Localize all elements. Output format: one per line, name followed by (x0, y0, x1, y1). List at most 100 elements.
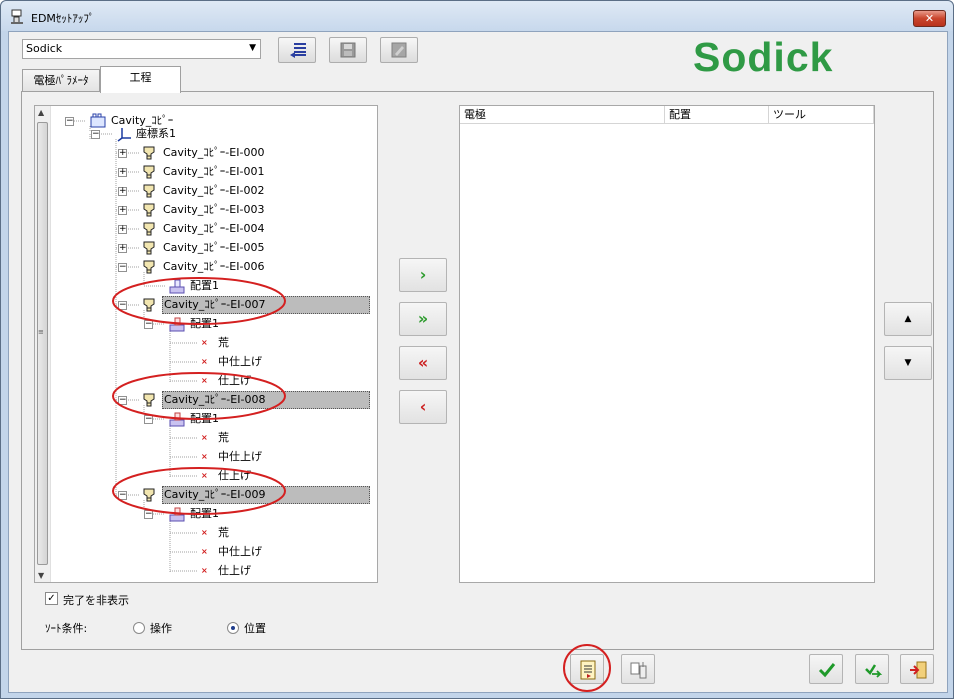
tree-node-electrode[interactable]: + Cavity_ｺﾋﾟｰ-EI-003 (35, 201, 375, 219)
column-header-electrode[interactable]: 電極 (460, 106, 665, 124)
tree-node-placement[interactable]: − 配置1 (35, 410, 375, 428)
operation-x-icon: × (201, 433, 208, 442)
electrode-label: Cavity_ｺﾋﾟｰ-EI-006 (163, 260, 265, 273)
electrode-label: Cavity_ｺﾋﾟｰ-EI-008 (162, 391, 370, 409)
list-settings-button[interactable] (278, 37, 316, 63)
collapse-icon[interactable]: − (118, 263, 127, 272)
close-button[interactable]: ✕ (913, 10, 946, 27)
placement-icon (169, 412, 185, 427)
collapse-icon[interactable]: − (144, 320, 153, 329)
expand-icon[interactable]: + (118, 149, 127, 158)
window-title: EDMｾｯﾄｱｯﾌﾟ (31, 12, 95, 25)
process-order-list[interactable]: 電極 配置 ツール (459, 105, 875, 583)
tree-node-electrode-selected[interactable]: − Cavity_ｺﾋﾟｰ-EI-007 (35, 296, 375, 314)
machine-combo[interactable]: Sodick ▼ (22, 39, 261, 59)
expand-icon[interactable]: + (118, 225, 127, 234)
tree-node-electrode[interactable]: + Cavity_ｺﾋﾟｰ-EI-005 (35, 239, 375, 257)
electrode-label: Cavity_ｺﾋﾟｰ-EI-004 (163, 222, 265, 235)
move-up-button[interactable]: ▲ (884, 302, 932, 336)
tree-node-operation[interactable]: × 仕上げ (35, 467, 375, 485)
operation-x-icon: × (201, 452, 208, 461)
expand-icon[interactable]: + (118, 187, 127, 196)
edit-button[interactable] (380, 37, 418, 63)
collapse-icon[interactable]: − (118, 491, 127, 500)
operation-label: 中仕上げ (218, 355, 262, 368)
sort-condition-label: ｿｰﾄ条件: (45, 622, 88, 635)
placement-icon (169, 317, 185, 332)
tree-node-electrode-selected[interactable]: − Cavity_ｺﾋﾟｰ-EI-009 (35, 486, 375, 504)
coordinate-system-icon (117, 128, 131, 142)
tab-process[interactable]: 工程 (100, 66, 181, 93)
electrode-label: Cavity_ｺﾋﾟｰ-EI-000 (163, 146, 265, 159)
placement-icon (169, 279, 185, 294)
exit-button[interactable] (900, 654, 934, 684)
column-header-tool[interactable]: ツール (769, 106, 874, 124)
tree-node-electrode[interactable]: + Cavity_ｺﾋﾟｰ-EI-000 (35, 144, 375, 162)
apply-button[interactable] (855, 654, 889, 684)
electrode-icon (143, 165, 155, 179)
chevron-down-icon[interactable]: ▼ (249, 43, 256, 53)
hide-done-checkbox[interactable]: ✓ (45, 592, 58, 605)
tree-node-operation[interactable]: × 荒 (35, 524, 375, 542)
add-all-button[interactable]: » (399, 302, 447, 336)
tree-node-csys[interactable]: − 座標系1 (35, 125, 375, 143)
operation-label: 仕上げ (218, 469, 251, 482)
operation-label: 仕上げ (218, 564, 251, 577)
tree-node-operation[interactable]: × 中仕上げ (35, 543, 375, 561)
title-bar[interactable]: EDMｾｯﾄｱｯﾌﾟ ✕ (1, 1, 953, 31)
tree-node-electrode[interactable]: + Cavity_ｺﾋﾟｰ-EI-001 (35, 163, 375, 181)
collapse-icon[interactable]: − (118, 396, 127, 405)
operation-label: 荒 (218, 526, 229, 539)
tree-node-placement[interactable]: − 配置1 (35, 315, 375, 333)
sodick-logo: Sodick (693, 34, 834, 80)
tree-node-electrode-selected[interactable]: − Cavity_ｺﾋﾟｰ-EI-008 (35, 391, 375, 409)
column-header-placement[interactable]: 配置 (665, 106, 769, 124)
sort-radio-operation-label: 操作 (150, 622, 172, 635)
tree-node-electrode[interactable]: + Cavity_ｺﾋﾟｰ-EI-002 (35, 182, 375, 200)
move-down-button[interactable]: ▼ (884, 346, 932, 380)
save-button[interactable] (329, 37, 367, 63)
tree-node-placement[interactable]: − 配置1 (35, 505, 375, 523)
process-tab-panel: ▲ ≡ ▼ − Cavity_ｺﾋﾟｰ − 座標系1 + Cavity_ｺﾋﾟｰ… (21, 91, 934, 650)
tree-node-electrode[interactable]: − Cavity_ｺﾋﾟｰ-EI-006 (35, 258, 375, 276)
collapse-icon[interactable]: − (118, 301, 127, 310)
tree-node-electrode[interactable]: + Cavity_ｺﾋﾟｰ-EI-004 (35, 220, 375, 238)
add-selected-button[interactable]: › (399, 258, 447, 292)
electrode-icon (143, 488, 155, 502)
expand-icon[interactable]: + (118, 244, 127, 253)
report-document-icon (580, 660, 596, 680)
tree-node-operation[interactable]: × 中仕上げ (35, 448, 375, 466)
report-button[interactable] (570, 654, 604, 684)
operation-label: 荒 (218, 336, 229, 349)
export-button[interactable] (621, 654, 655, 684)
remove-all-button[interactable]: « (399, 346, 447, 380)
collapse-icon[interactable]: − (91, 130, 100, 139)
operation-x-icon: × (201, 547, 208, 556)
apply-arrow-icon (865, 664, 883, 678)
expand-icon[interactable]: + (118, 168, 127, 177)
tree-node-operation[interactable]: × 中仕上げ (35, 353, 375, 371)
tree-node-placement[interactable]: 配置1 (35, 277, 375, 295)
electrode-icon (143, 203, 155, 217)
edm-setup-window: EDMｾｯﾄｱｯﾌﾟ ✕ Sodick ▼ Sodick 電極ﾊﾟﾗﾒｰﾀ 工程… (0, 0, 954, 699)
collapse-icon[interactable]: − (144, 415, 153, 424)
expand-icon[interactable]: + (118, 206, 127, 215)
tree-node-operation[interactable]: × 仕上げ (35, 562, 375, 580)
sort-radio-position[interactable] (227, 622, 239, 634)
electrode-icon (143, 146, 155, 160)
ok-button[interactable] (809, 654, 843, 684)
tab-electrode-parameters[interactable]: 電極ﾊﾟﾗﾒｰﾀ (22, 69, 100, 91)
electrode-label: Cavity_ｺﾋﾟｰ-EI-001 (163, 165, 265, 178)
tree-node-operation[interactable]: × 荒 (35, 334, 375, 352)
tree-node-operation[interactable]: × 荒 (35, 429, 375, 447)
tree-node-operation[interactable]: × 仕上げ (35, 372, 375, 390)
electrode-label: Cavity_ｺﾋﾟｰ-EI-007 (162, 296, 370, 314)
operation-x-icon: × (201, 471, 208, 480)
process-tree[interactable]: ▲ ≡ ▼ − Cavity_ｺﾋﾟｰ − 座標系1 + Cavity_ｺﾋﾟｰ… (34, 105, 378, 583)
sort-radio-operation[interactable] (133, 622, 145, 634)
electrode-label: Cavity_ｺﾋﾟｰ-EI-002 (163, 184, 265, 197)
export-document-icon (630, 662, 647, 679)
collapse-icon[interactable]: − (144, 510, 153, 519)
remove-selected-button[interactable]: ‹ (399, 390, 447, 424)
dialog-client-area: Sodick ▼ Sodick 電極ﾊﾟﾗﾒｰﾀ 工程 ▲ ≡ ▼ − Cavi… (8, 31, 948, 693)
